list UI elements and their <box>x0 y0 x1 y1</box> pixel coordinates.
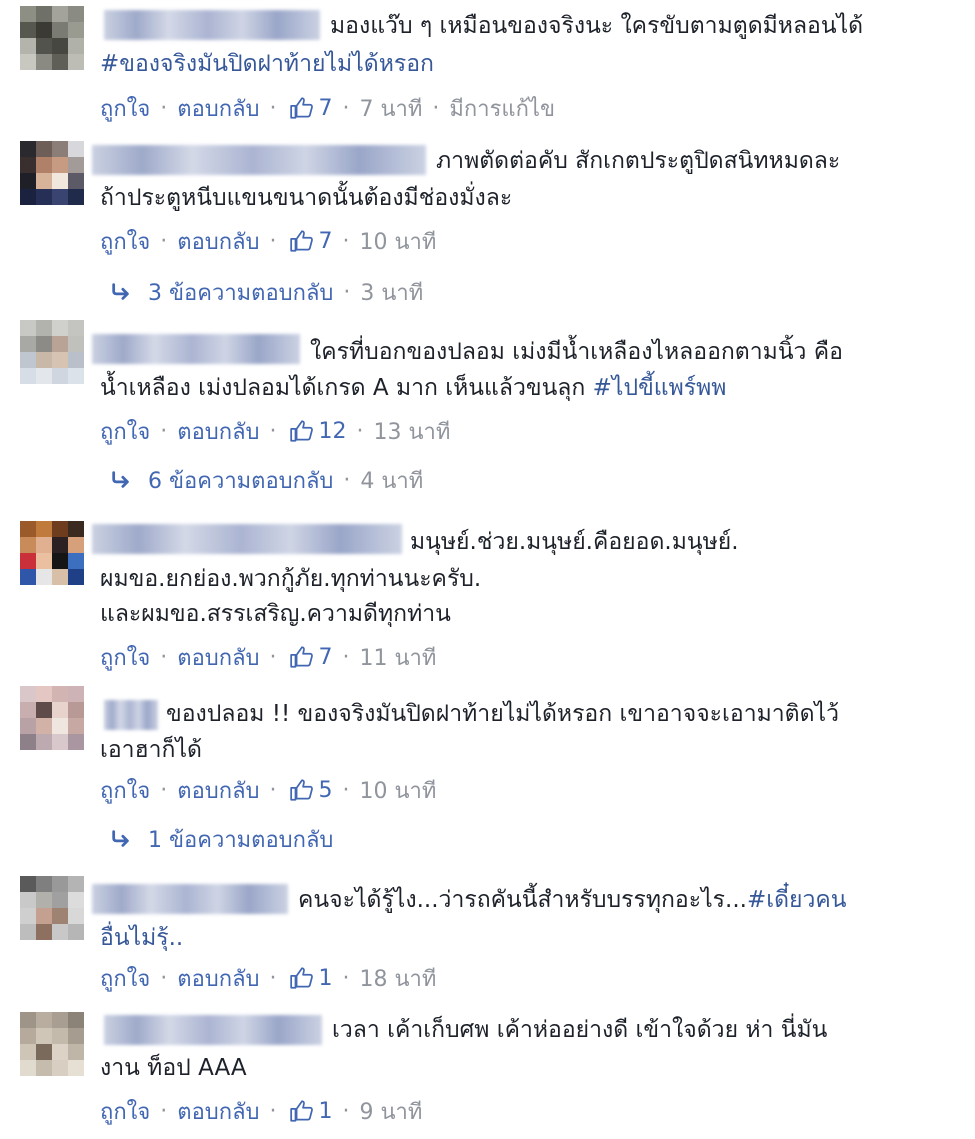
avatar[interactable] <box>20 876 84 940</box>
thumbs-up-icon[interactable] <box>289 965 315 991</box>
like-button[interactable]: ถูกใจ <box>100 414 150 449</box>
avatar[interactable] <box>20 521 84 585</box>
like-button[interactable]: ถูกใจ <box>100 91 150 126</box>
thumbs-up-icon[interactable] <box>289 1098 315 1124</box>
comment-text-segment: น้ำเหลือง เม่งปลอมได้เกรด A มาก เห็นแล้ว… <box>100 375 586 401</box>
comment-time[interactable]: 9 นาที <box>360 1094 423 1129</box>
comment-time[interactable]: 18 นาที <box>360 961 437 996</box>
comment-actions: ถูกใจ · ตอบกลับ · 7 · 7 นาที · มีการแก้ไ… <box>100 92 555 124</box>
comment-time[interactable]: 11 นาที <box>360 640 437 675</box>
view-replies-link[interactable]: 1 ข้อความตอบกลับ <box>110 823 333 855</box>
replies-count-label[interactable]: 1 ข้อความตอบกลับ <box>148 822 333 857</box>
comment-text-line: น้ำเหลือง เม่งปลอมได้เกรด A มาก เห็นแล้ว… <box>100 370 726 406</box>
comment-text-line: ถ้าประตูหนีบแขนขนาดนั้นต้องมีช่องมั่งละ <box>100 185 513 211</box>
author-name-blurred[interactable] <box>104 1015 322 1045</box>
comment-text-line: ใครที่บอกของปลอม เม่งมีน้ำเหลืองไหลออกตา… <box>310 339 843 365</box>
reply-button[interactable]: ตอบกลับ <box>177 961 259 996</box>
hashtag-link[interactable]: #ของจริงมันปิดฝาท้ายไม่ได้หรอก <box>100 46 434 82</box>
thumbs-up-icon[interactable] <box>289 777 315 803</box>
avatar[interactable] <box>20 1012 84 1076</box>
comment-text-segment: คนจะได้รู้ไง...ว่ารถคันนี้สำหรับบรรทุกอะ… <box>298 887 747 913</box>
thumbs-up-icon[interactable] <box>289 644 315 670</box>
comment-text-line: มนุษย์.ช่วย.มนุษย์.คือยอด.มนุษย์. <box>410 529 739 555</box>
thumbs-up-icon[interactable] <box>289 228 315 254</box>
hashtag-link[interactable]: #เดี๋ยวคน <box>747 887 847 913</box>
comment-text-line: ผมขอ.ยกย่อง.พวกกู้ภัย.ทุกท่านนะครับ. <box>100 566 482 592</box>
replies-count-label[interactable]: 6 ข้อความตอบกลับ <box>148 463 333 498</box>
avatar[interactable] <box>20 141 84 205</box>
replies-time: 3 นาที <box>360 280 424 306</box>
edited-label[interactable]: มีการแก้ไข <box>449 91 555 126</box>
author-name-blurred[interactable] <box>92 334 300 364</box>
like-count[interactable]: 1 <box>319 1099 333 1124</box>
replies-time: 4 นาที <box>360 468 424 494</box>
reply-button[interactable]: ตอบกลับ <box>177 414 259 449</box>
like-count[interactable]: 7 <box>319 96 333 121</box>
hashtag-link-continued[interactable]: อื่นไม่รุ้.. <box>100 920 183 956</box>
author-name-blurred[interactable] <box>104 10 320 40</box>
thumbs-up-icon[interactable] <box>289 95 315 121</box>
avatar[interactable] <box>20 686 84 750</box>
author-name-blurred[interactable] <box>104 700 158 730</box>
like-button[interactable]: ถูกใจ <box>100 224 150 259</box>
like-count[interactable]: 12 <box>319 419 347 444</box>
comment-text-line: เอาฮาก็ได้ <box>100 737 202 763</box>
comment-text-line: งาน ท็อป AAA <box>100 1055 247 1081</box>
comment-actions: ถูกใจ · ตอบกลับ · 7 · 11 นาที <box>100 641 436 673</box>
author-name-blurred[interactable] <box>92 145 426 175</box>
like-count[interactable]: 5 <box>319 778 333 803</box>
like-count[interactable]: 7 <box>319 645 333 670</box>
thumbs-up-icon[interactable] <box>289 418 315 444</box>
replies-count-label[interactable]: 3 ข้อความตอบกลับ <box>148 275 333 310</box>
comment-text-line: มองแว๊บ ๆ เหมือนของจริงนะ ใครขับตามตูดมี… <box>330 13 864 39</box>
comment-text-line: ของปลอม !! ของจริงมันปิดฝาท้ายไม่ได้หรอก… <box>166 701 840 727</box>
like-button[interactable]: ถูกใจ <box>100 961 150 996</box>
comment-time[interactable]: 10 นาที <box>360 224 437 259</box>
comment-text-line: คนจะได้รู้ไง...ว่ารถคันนี้สำหรับบรรทุกอะ… <box>298 882 847 918</box>
comment-time[interactable]: 13 นาที <box>374 414 451 449</box>
reply-button[interactable]: ตอบกลับ <box>177 224 259 259</box>
like-button[interactable]: ถูกใจ <box>100 773 150 808</box>
comment-actions: ถูกใจ · ตอบกลับ · 12 · 13 นาที <box>100 415 450 447</box>
comment-text-line: เวลา เค้าเก็บศพ เค้าห่ออย่างดี เข้าใจด้ว… <box>332 1017 828 1043</box>
reply-button[interactable]: ตอบกลับ <box>177 640 259 675</box>
comment-text-line: ภาพตัดต่อคับ สักเกตประตูปิดสนิทหมดละ <box>436 148 841 174</box>
comment-actions: ถูกใจ · ตอบกลับ · 7 · 10 นาที <box>100 225 436 257</box>
comment-text-line: และผมขอ.สรรเสริญ.ความดีทุกท่าน <box>100 601 451 627</box>
reply-arrow-icon <box>112 283 129 300</box>
view-replies-link[interactable]: 6 ข้อความตอบกลับ · 4 นาที <box>110 464 423 496</box>
comment-actions: ถูกใจ · ตอบกลับ · 1 · 18 นาที <box>100 962 436 994</box>
comment-time[interactable]: 10 นาที <box>360 773 437 808</box>
author-name-blurred[interactable] <box>92 884 288 914</box>
view-replies-link[interactable]: 3 ข้อความตอบกลับ · 3 นาที <box>110 276 423 308</box>
reply-arrow-icon <box>112 471 129 488</box>
reply-button[interactable]: ตอบกลับ <box>177 773 259 808</box>
avatar[interactable] <box>20 320 84 384</box>
like-button[interactable]: ถูกใจ <box>100 1094 150 1129</box>
like-count[interactable]: 7 <box>319 229 333 254</box>
comment-time[interactable]: 7 นาที <box>360 91 423 126</box>
like-count[interactable]: 1 <box>319 966 333 991</box>
reply-arrow-icon <box>112 830 129 847</box>
comment-actions: ถูกใจ · ตอบกลับ · 5 · 10 นาที <box>100 774 436 806</box>
avatar[interactable] <box>20 6 84 70</box>
hashtag-link[interactable]: #ไปขี้แพร์พพ <box>593 375 727 401</box>
reply-button[interactable]: ตอบกลับ <box>177 91 259 126</box>
author-name-blurred[interactable] <box>92 524 402 554</box>
comment-actions: ถูกใจ · ตอบกลับ · 1 · 9 นาที <box>100 1095 422 1127</box>
reply-button[interactable]: ตอบกลับ <box>177 1094 259 1129</box>
like-button[interactable]: ถูกใจ <box>100 640 150 675</box>
